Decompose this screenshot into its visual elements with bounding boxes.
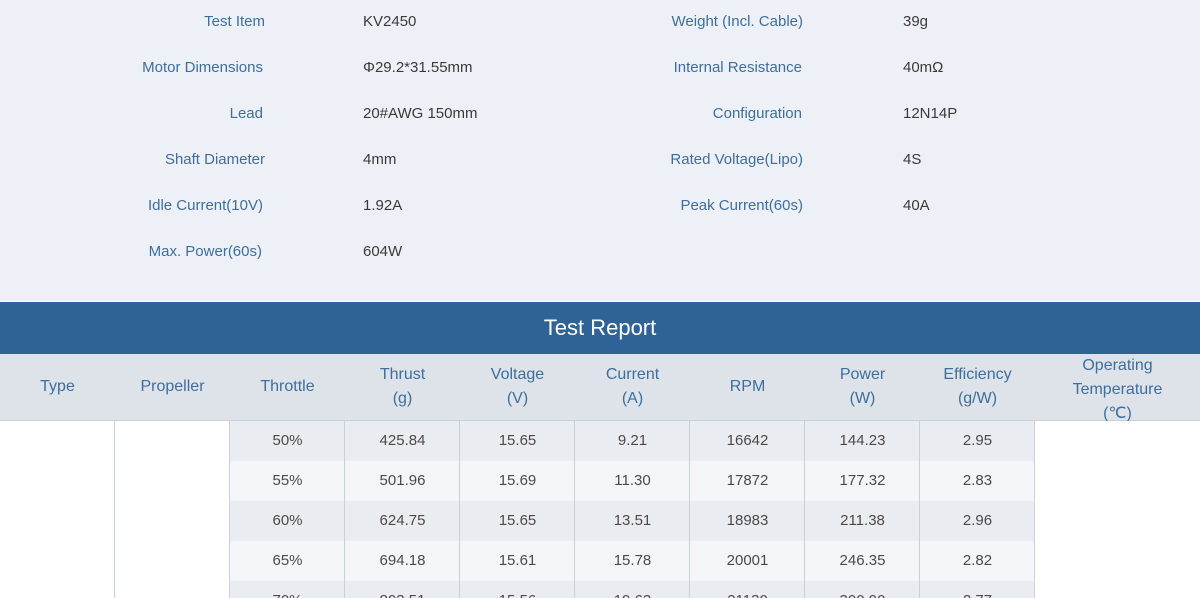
- spec-label: Weight (Incl. Cable): [671, 13, 803, 30]
- spec-value: 39g: [903, 13, 929, 30]
- column-divider: [229, 421, 230, 598]
- cell-rpm: 20001: [726, 552, 769, 569]
- col-header-propeller: Propeller: [140, 378, 205, 395]
- spec-value: 1.92A: [363, 197, 403, 214]
- table-row: 65% 694.18 15.61 15.78 20001 246.35 2.82: [230, 541, 1035, 581]
- col-header-voltage: Voltage (V): [490, 366, 545, 407]
- spec-label: Idle Current(10V): [147, 197, 263, 214]
- cell-voltage: 15.65: [498, 512, 537, 529]
- cell-thrust: 803.51: [345, 581, 460, 598]
- report-title: Test Report: [0, 302, 1200, 354]
- col-header-power: Power (W): [839, 366, 886, 407]
- col-header-efficiency: Efficiency (g/W): [943, 366, 1012, 407]
- cell-rpm: 17872: [726, 472, 769, 489]
- cell-current: 15.78: [613, 552, 652, 569]
- column-divider: [344, 421, 345, 598]
- col-header-current: Current (A): [605, 366, 660, 407]
- cell-efficiency: 2.95: [962, 432, 993, 449]
- spec-label: Test Item: [204, 13, 265, 30]
- column-divider: [114, 421, 115, 598]
- col-header-rpm: RPM: [729, 378, 766, 395]
- cell-voltage: 15.69: [498, 472, 537, 489]
- spec-label: Configuration: [712, 105, 802, 122]
- cell-voltage: 15.61: [498, 552, 537, 569]
- cell-rpm: 18983: [726, 512, 769, 529]
- spec-value: 20#AWG 150mm: [363, 105, 478, 122]
- cell-thrust: 501.96: [379, 472, 426, 489]
- cell-thrust: 624.75: [379, 512, 426, 529]
- col-header-throttle: Throttle: [260, 378, 315, 395]
- spec-panel: Test Item KV2450 Motor Dimensions Φ29.2*…: [0, 0, 1200, 301]
- cell-efficiency: 2.83: [962, 472, 993, 489]
- cell-throttle: 70%: [230, 581, 345, 598]
- column-divider: [919, 421, 920, 598]
- col-header-operating-temperature: Operating Temperature (℃): [1072, 357, 1163, 422]
- spec-value: 4mm: [363, 151, 397, 168]
- cell-voltage: 15.65: [498, 432, 537, 449]
- cell-power: 177.32: [839, 472, 886, 489]
- table-header: Type Propeller Throttle Thrust (g) Voltag…: [0, 354, 1200, 422]
- table-row: 70% 803.51 15.56 19.63 21130 300.90 2.77: [230, 581, 1035, 598]
- cell-current: 13.51: [613, 512, 652, 529]
- column-divider: [574, 421, 575, 598]
- cell-power: 246.35: [839, 552, 886, 569]
- col-header-type: Type: [40, 378, 75, 395]
- cell-voltage: 15.56: [460, 581, 575, 598]
- spec-value: 40A: [903, 197, 930, 214]
- column-divider: [459, 421, 460, 598]
- cell-rpm: 21130: [690, 581, 805, 598]
- table-row: 55% 501.96 15.69 11.30 17872 177.32 2.83: [230, 461, 1035, 501]
- spec-label: Max. Power(60s): [148, 243, 262, 260]
- cell-efficiency: 2.96: [962, 512, 993, 529]
- cell-rpm: 16642: [726, 432, 769, 449]
- cell-current: 19.63: [575, 581, 690, 598]
- cell-throttle: 65%: [272, 552, 303, 569]
- cell-throttle: 50%: [272, 432, 303, 449]
- spec-label: Shaft Diameter: [164, 151, 265, 168]
- column-divider: [689, 421, 690, 598]
- spec-value: 40mΩ: [903, 59, 944, 76]
- spec-label: Lead: [229, 105, 263, 122]
- table-row: 60% 624.75 15.65 13.51 18983 211.38 2.96: [230, 501, 1035, 541]
- spec-value: 4S: [903, 151, 922, 168]
- spec-value: 12N14P: [903, 105, 958, 122]
- spec-label: Rated Voltage(Lipo): [670, 151, 803, 168]
- cell-power: 300.90: [805, 581, 920, 598]
- spec-label: Peak Current(60s): [680, 197, 803, 214]
- cell-throttle: 60%: [272, 512, 303, 529]
- cell-current: 9.21: [617, 432, 648, 449]
- cell-efficiency: 2.82: [962, 552, 993, 569]
- spec-label: Internal Resistance: [673, 59, 802, 76]
- col-header-thrust: Thrust (g): [379, 366, 426, 407]
- cell-current: 11.30: [614, 472, 651, 489]
- cell-throttle: 55%: [272, 472, 303, 489]
- spec-label: Motor Dimensions: [142, 59, 263, 76]
- cell-power: 211.38: [840, 512, 885, 529]
- column-divider: [1034, 421, 1035, 598]
- spec-value: Φ29.2*31.55mm: [363, 59, 473, 76]
- cell-thrust: 425.84: [379, 432, 426, 449]
- table-row: 50% 425.84 15.65 9.21 16642 144.23 2.95: [230, 421, 1035, 461]
- spec-value: 604W: [363, 243, 403, 260]
- column-divider: [804, 421, 805, 598]
- cell-thrust: 694.18: [379, 552, 426, 569]
- spec-value: KV2450: [363, 13, 417, 30]
- cell-efficiency: 2.77: [920, 581, 1035, 598]
- cell-power: 144.23: [839, 432, 886, 449]
